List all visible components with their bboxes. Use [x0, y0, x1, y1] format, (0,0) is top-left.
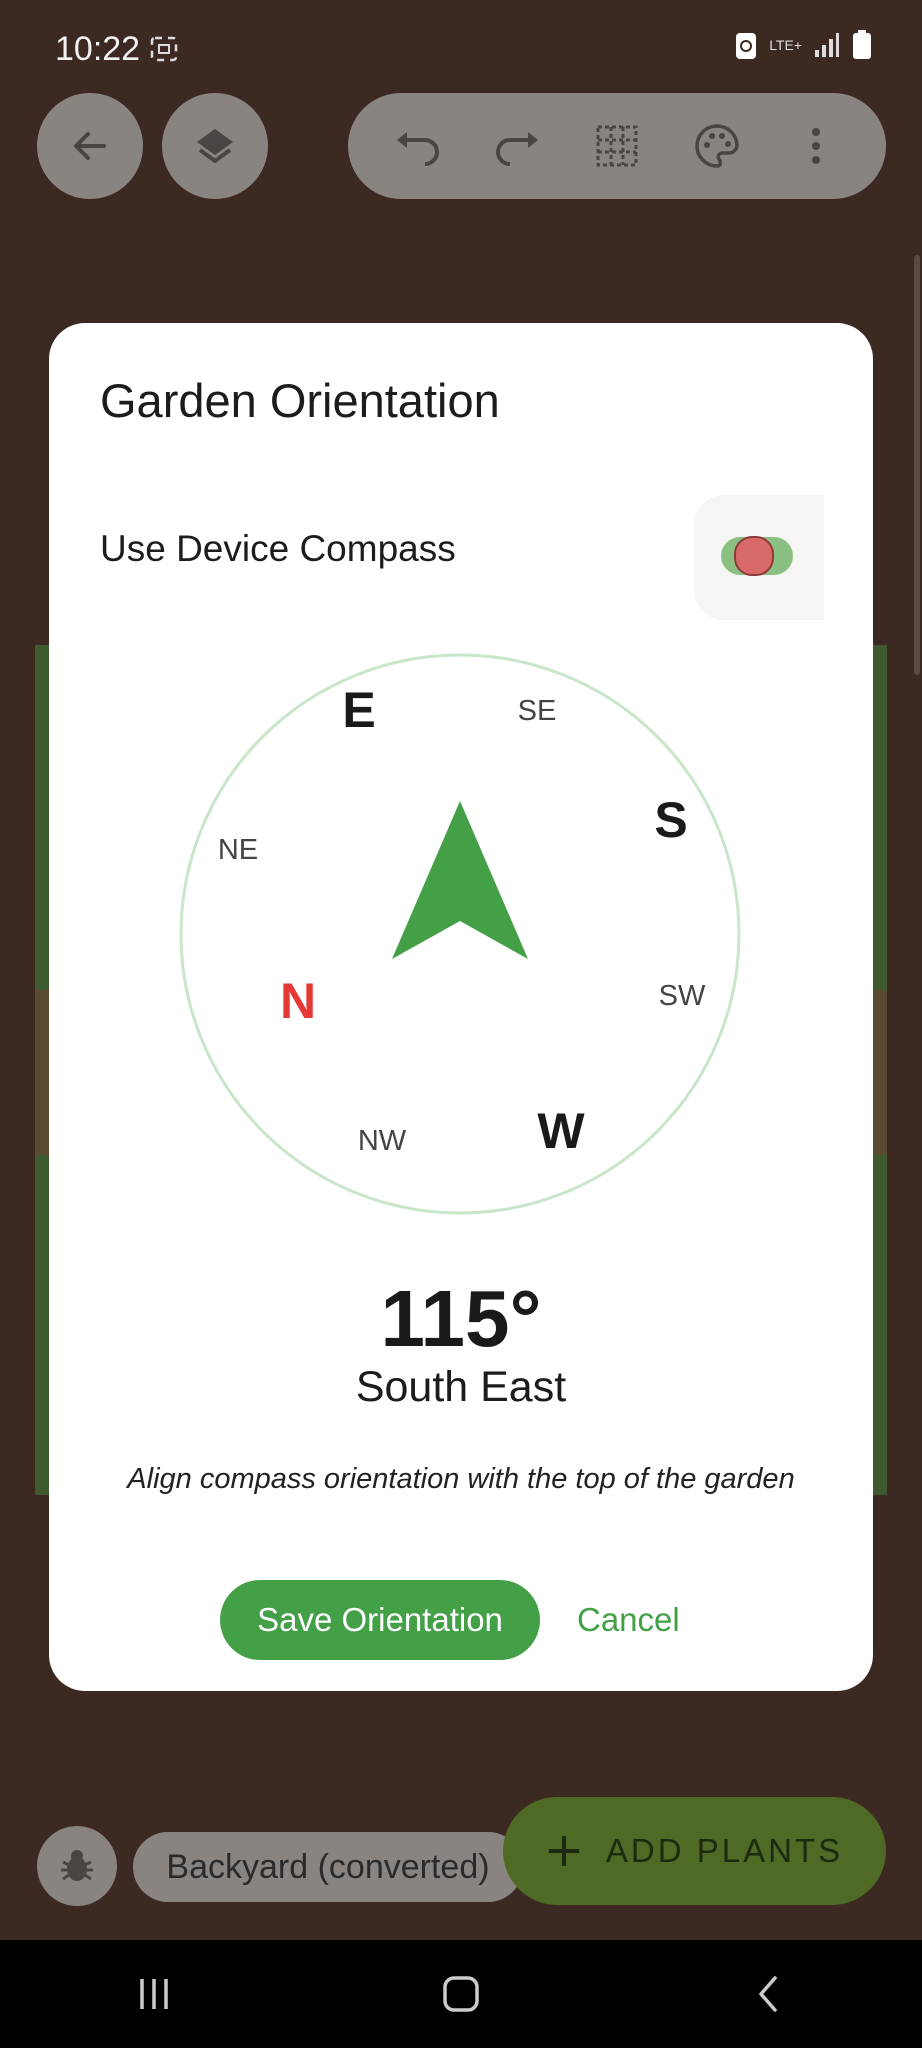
- status-icons: LTE+: [735, 30, 872, 60]
- compass-label-se: SE: [518, 695, 557, 727]
- recents-icon: [139, 1979, 168, 2009]
- network-label: LTE+: [769, 37, 802, 53]
- back-button[interactable]: [37, 93, 143, 199]
- plus-icon: [548, 1836, 579, 1866]
- home-icon: [443, 1976, 479, 2012]
- compass-toggle[interactable]: [694, 495, 824, 620]
- scrollbar[interactable]: [914, 255, 920, 675]
- undo-icon: [396, 132, 439, 166]
- save-orientation-button[interactable]: Save Orientation: [220, 1580, 540, 1660]
- compass-toggle-label: Use Device Compass: [100, 528, 456, 569]
- bug-icon: [61, 1850, 93, 1881]
- compass-label-w: W: [537, 1103, 585, 1159]
- recents-button[interactable]: [94, 1954, 214, 2034]
- grid-icon: [596, 125, 638, 167]
- layers-icon: [197, 129, 233, 163]
- home-button[interactable]: [401, 1954, 521, 2034]
- back-nav-button[interactable]: [708, 1954, 828, 2034]
- palette-button[interactable]: [682, 111, 752, 181]
- heading-degrees: 115°: [380, 1274, 542, 1363]
- heading-direction: South East: [355, 1363, 567, 1411]
- system-nav-bar: [0, 1940, 922, 2048]
- compass-ring: [179, 653, 741, 1215]
- cancel-button[interactable]: Cancel: [577, 1580, 680, 1660]
- add-plants-label: ADD PLANTS: [605, 1832, 844, 1869]
- debug-button[interactable]: [37, 1826, 117, 1906]
- status-bar: 10:22 LTE+: [0, 0, 922, 90]
- screenshot-icon: [150, 36, 178, 62]
- compass-label-ne: NE: [218, 834, 258, 866]
- add-plants-button[interactable]: ADD PLANTS: [503, 1797, 886, 1905]
- dialog-title: Garden Orientation: [100, 374, 500, 427]
- redo-button[interactable]: [482, 111, 552, 181]
- more-button[interactable]: [781, 111, 851, 181]
- orientation-dialog: Garden Orientation Use Device Compass E …: [49, 323, 873, 1691]
- arrow-left-icon: [74, 132, 106, 160]
- signal-icon: [815, 33, 839, 57]
- undo-button[interactable]: [383, 111, 453, 181]
- redo-icon: [496, 132, 539, 166]
- chevron-left-icon: [759, 1976, 778, 2012]
- sync-icon: [736, 33, 757, 59]
- compass-arrow: [392, 801, 528, 959]
- alignment-hint: Align compass orientation with the top o…: [127, 1463, 795, 1495]
- garden-name-chip[interactable]: Backyard (converted): [133, 1832, 523, 1902]
- compass-dial[interactable]: E SE S SW W NW N NE: [179, 653, 741, 1215]
- palette-icon: [694, 124, 739, 168]
- compass-label-s: S: [654, 792, 687, 848]
- toolbar: [348, 93, 886, 199]
- layers-button[interactable]: [162, 93, 268, 199]
- toggle-thumb: [734, 536, 774, 576]
- compass-label-sw: SW: [659, 980, 706, 1012]
- grid-button[interactable]: [582, 111, 652, 181]
- battery-icon: [853, 30, 871, 59]
- compass-label-e: E: [342, 682, 375, 738]
- compass-label-nw: NW: [358, 1125, 407, 1157]
- more-vert-icon: [812, 128, 821, 164]
- compass-label-n: N: [280, 973, 316, 1029]
- status-time: 10:22: [55, 30, 141, 68]
